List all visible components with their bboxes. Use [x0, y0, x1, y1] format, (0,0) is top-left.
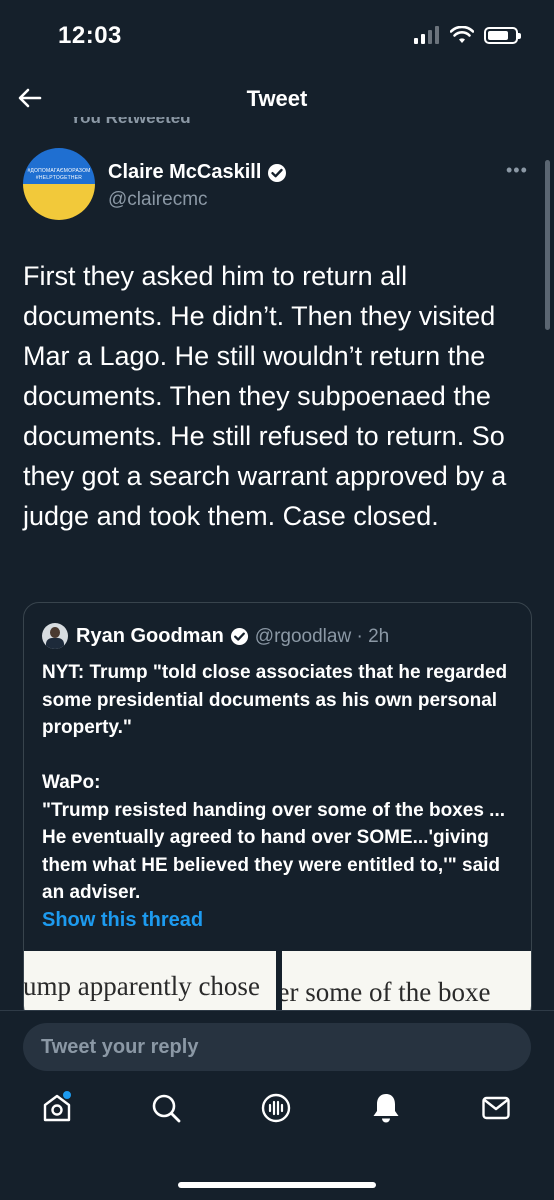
avatar-flag-bottom	[23, 184, 95, 220]
avatar-flag-top: #ДОПОМАГАЄМОРАЗОМ #HELPTOGETHER	[23, 148, 95, 184]
battery-icon	[484, 26, 521, 44]
author-name-text: Claire McCaskill	[108, 161, 262, 183]
quoted-avatar	[42, 623, 68, 649]
retweet-context-label: You Retweeted	[70, 117, 191, 127]
tweet-text: First they asked him to return all docum…	[23, 261, 507, 531]
avatar-text-line2: #HELPTOGETHER	[35, 175, 83, 181]
tab-notifications[interactable]	[366, 1088, 406, 1128]
avatar-text-line1: #ДОПОМАГАЄМОРАЗОМ	[27, 168, 91, 174]
home-indicator[interactable]	[178, 1182, 376, 1188]
search-icon	[152, 1094, 181, 1123]
verified-badge-icon	[268, 163, 287, 182]
page-title: Tweet	[246, 86, 308, 111]
home-notification-dot	[62, 1090, 72, 1100]
status-time: 12:03	[58, 22, 122, 49]
retweet-context: You Retweeted	[70, 117, 191, 131]
wifi-icon	[450, 26, 474, 43]
more-options-icon[interactable]: •••	[506, 160, 528, 181]
quoted-tweet-text: NYT: Trump "told close associates that h…	[42, 662, 508, 903]
scrollbar[interactable]	[545, 160, 550, 330]
author-name[interactable]: Claire McCaskill	[108, 161, 287, 184]
tab-home[interactable]	[37, 1088, 77, 1128]
quoted-header: Ryan Goodman @rgoodlaw · 2h	[76, 625, 389, 648]
quoted-author-handle: @rgoodlaw · 2h	[254, 625, 390, 647]
tab-bar	[0, 1088, 554, 1144]
status-icons	[414, 26, 521, 44]
author-handle[interactable]: @clairecmc	[108, 189, 208, 211]
show-thread-link[interactable]: Show this thread	[42, 909, 203, 932]
spaces-icon	[261, 1093, 291, 1123]
avatar[interactable]: #ДОПОМАГАЄМОРАЗОМ #HELPTOGETHER	[23, 148, 95, 220]
notifications-icon	[373, 1094, 399, 1123]
messages-icon	[482, 1096, 510, 1120]
reply-input[interactable]: Tweet your reply	[23, 1023, 531, 1071]
tab-spaces[interactable]	[256, 1088, 296, 1128]
tab-search[interactable]	[146, 1088, 186, 1128]
tab-messages[interactable]	[476, 1088, 516, 1128]
cellular-signal-icon	[414, 26, 439, 44]
verified-badge-icon	[230, 627, 248, 646]
quoted-author-name: Ryan Goodman	[76, 625, 224, 647]
status-bar: 12:03	[0, 0, 554, 70]
quoted-tweet[interactable]: Ryan Goodman @rgoodlaw · 2h NYT: Trump "…	[23, 602, 532, 1022]
